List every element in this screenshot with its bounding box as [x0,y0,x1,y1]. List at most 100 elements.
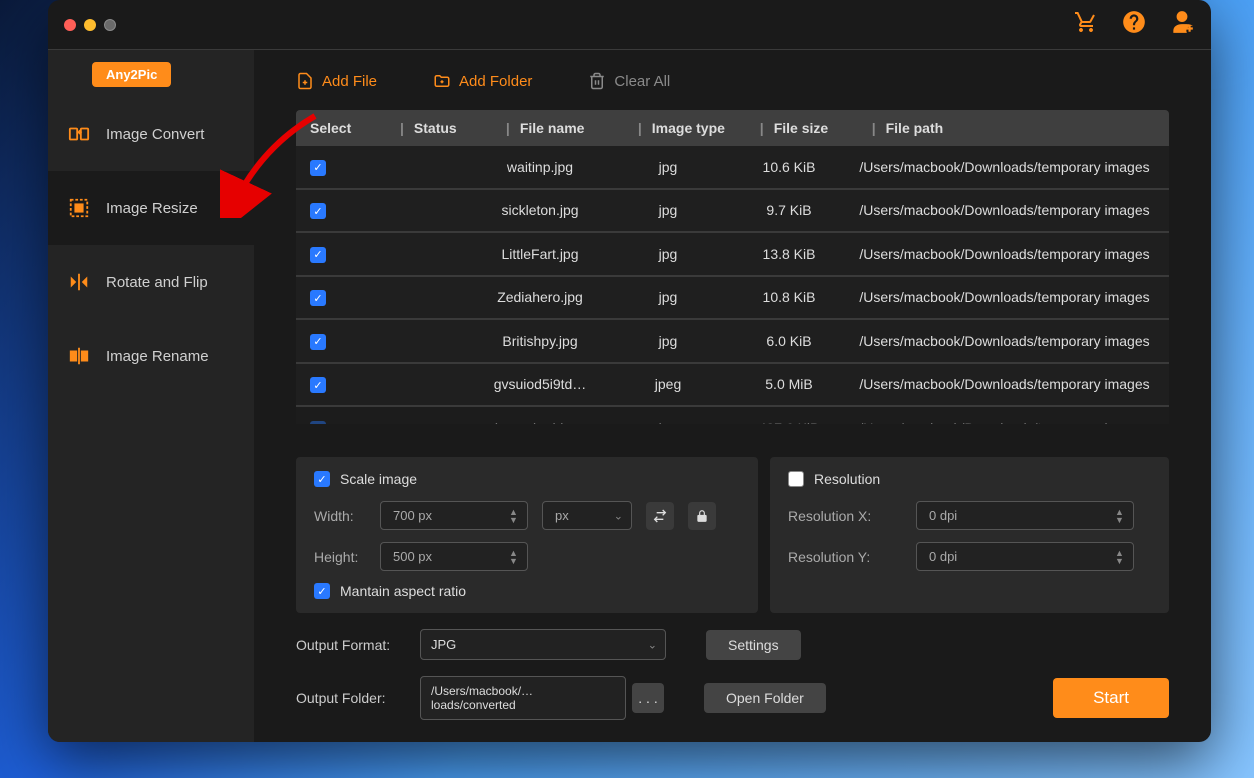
resolution-y-input[interactable]: 0 dpi ▲▼ [916,542,1134,571]
header-select[interactable]: Select [310,120,390,136]
close-window-button[interactable] [64,19,76,31]
row-file-path: /Users/macbook/Downloads/temporary image… [854,289,1155,305]
row-checkbox[interactable]: ✓ [310,290,326,306]
row-checkbox[interactable]: ✓ [310,247,326,263]
header-file-size[interactable]: File size [774,120,862,136]
row-checkbox[interactable]: ✓ [310,377,326,393]
row-image-type: jpg [612,202,724,218]
cart-icon[interactable] [1073,10,1099,39]
resolution-x-label: Resolution X: [788,508,884,524]
header-status[interactable]: Status [414,120,496,136]
sidebar-item-label: Rotate and Flip [106,274,208,291]
table-row[interactable]: ✓ Zediahero.jpgjpg10.8 KiB/Users/macbook/… [296,277,1169,321]
row-file-path: /Users/macbook/Downloads/temporary image… [854,420,1155,424]
scale-image-checkbox[interactable]: ✓ [314,471,330,487]
row-image-type: jpg [612,289,724,305]
header-file-path[interactable]: File path [886,120,1155,136]
row-image-type: jpg [612,159,724,175]
row-file-size: 407.6 KiB [724,420,854,424]
row-file-size: 13.8 KiB [724,246,854,262]
table-header: Select | Status | File name | Image type… [296,110,1169,146]
maintain-aspect-label: Mantain aspect ratio [340,583,466,599]
sidebar-item-image-resize[interactable]: Image Resize [48,171,254,245]
start-button[interactable]: Start [1053,678,1169,718]
height-input[interactable]: 500 px ▲▼ [380,542,528,571]
height-stepper[interactable]: ▲▼ [509,545,523,568]
output-section: Output Format: JPG ⌄ Settings Output Fol… [254,613,1211,742]
clear-all-button[interactable]: Clear All [588,72,670,90]
table-row[interactable]: ✓sickleton.jpgjpg9.7 KiB/Users/macbook/D… [296,190,1169,234]
chevron-down-icon: ⌄ [614,509,623,522]
minimize-window-button[interactable] [84,19,96,31]
row-image-type: jpg [612,420,724,424]
row-image-type: jpeg [612,376,724,392]
sidebar-item-label: Image Convert [106,126,204,143]
scale-image-panel: ✓ Scale image Width: 700 px ▲▼ px ⌄ [296,457,758,613]
width-stepper[interactable]: ▲▼ [509,504,523,527]
sidebar: Any2Pic Image Convert Image Resize Rotat… [48,50,254,742]
add-file-icon [296,72,314,90]
sidebar-item-image-convert[interactable]: Image Convert [48,97,254,171]
lock-button[interactable] [688,502,716,530]
row-image-type: jpg [612,246,724,262]
table-row[interactable]: ✓Britishpy.jpgjpg6.0 KiB/Users/macbook/D… [296,320,1169,364]
output-format-select[interactable]: JPG ⌄ [420,629,666,660]
table-row[interactable]: ✓gvsuiod5i9td…jpeg5.0 MiB/Users/macbook/… [296,364,1169,408]
image-convert-icon [68,123,90,145]
row-file-path: /Users/macbook/Downloads/temporary image… [854,333,1155,349]
output-folder-field[interactable]: /Users/macbook/…loads/converted [420,676,626,720]
row-checkbox[interactable]: ✓ [310,203,326,219]
sidebar-item-image-rename[interactable]: Image Rename [48,319,254,393]
row-file-name: gvsuiod5i9td… [468,376,612,392]
header-file-name[interactable]: File name [520,120,628,136]
titlebar [48,0,1211,50]
height-label: Height: [314,549,366,565]
row-checkbox[interactable]: ✓ [310,160,326,176]
resolution-checkbox[interactable] [788,471,804,487]
resolution-y-label: Resolution Y: [788,549,884,565]
row-image-type: jpg [612,333,724,349]
sidebar-item-label: Image Resize [106,200,198,217]
main-body: Any2Pic Image Convert Image Resize Rotat… [48,50,1211,742]
swap-button[interactable] [646,502,674,530]
fullscreen-window-button[interactable] [104,19,116,31]
table-body[interactable]: ✓waitinp.jpgjpg10.6 KiB/Users/macbook/Do… [296,146,1169,424]
titlebar-actions [1073,9,1195,40]
resolution-label: Resolution [814,471,880,487]
image-resize-icon [68,197,90,219]
row-file-path: /Users/macbook/Downloads/temporary image… [854,376,1155,392]
table-row[interactable]: ✓waitinp.jpgjpg10.6 KiB/Users/macbook/Do… [296,146,1169,190]
row-file-path: /Users/macbook/Downloads/temporary image… [854,159,1155,175]
row-file-name: Zediahero.jpg [468,289,612,305]
add-folder-label: Add Folder [459,73,532,90]
add-folder-button[interactable]: Add Folder [433,72,532,90]
app-name-badge: Any2Pic [92,62,171,87]
resolution-x-input[interactable]: 0 dpi ▲▼ [916,501,1134,530]
sidebar-item-rotate-flip[interactable]: Rotate and Flip [48,245,254,319]
image-rename-icon [68,345,90,367]
row-file-size: 10.8 KiB [724,289,854,305]
width-label: Width: [314,508,366,524]
add-file-button[interactable]: Add File [296,72,377,90]
width-input[interactable]: 700 px ▲▼ [380,501,528,530]
row-checkbox[interactable]: ✓ [310,334,326,350]
scale-image-label: Scale image [340,471,417,487]
trash-icon [588,72,606,90]
resy-stepper[interactable]: ▲▼ [1115,545,1129,568]
user-add-icon[interactable] [1169,9,1195,40]
maintain-aspect-checkbox[interactable]: ✓ [314,583,330,599]
unit-select[interactable]: px ⌄ [542,501,632,530]
help-icon[interactable] [1121,9,1147,40]
settings-button[interactable]: Settings [706,630,801,660]
resx-stepper[interactable]: ▲▼ [1115,504,1129,527]
table-row[interactable]: ✓LittleFart.jpgjpg13.8 KiB/Users/macbook… [296,233,1169,277]
add-file-label: Add File [322,73,377,90]
browse-folder-button[interactable]: . . . [632,683,664,713]
row-checkbox[interactable]: ✓ [310,421,326,425]
open-folder-button[interactable]: Open Folder [704,683,826,713]
table-row[interactable]: ✓ jee-usb-chip…jpg407.6 KiB/Users/macbook… [296,407,1169,424]
row-file-name: jee-usb-chip… [468,420,612,424]
file-table: Select | Status | File name | Image type… [296,110,1169,447]
header-image-type[interactable]: Image type [652,120,750,136]
sidebar-item-label: Image Rename [106,348,209,365]
